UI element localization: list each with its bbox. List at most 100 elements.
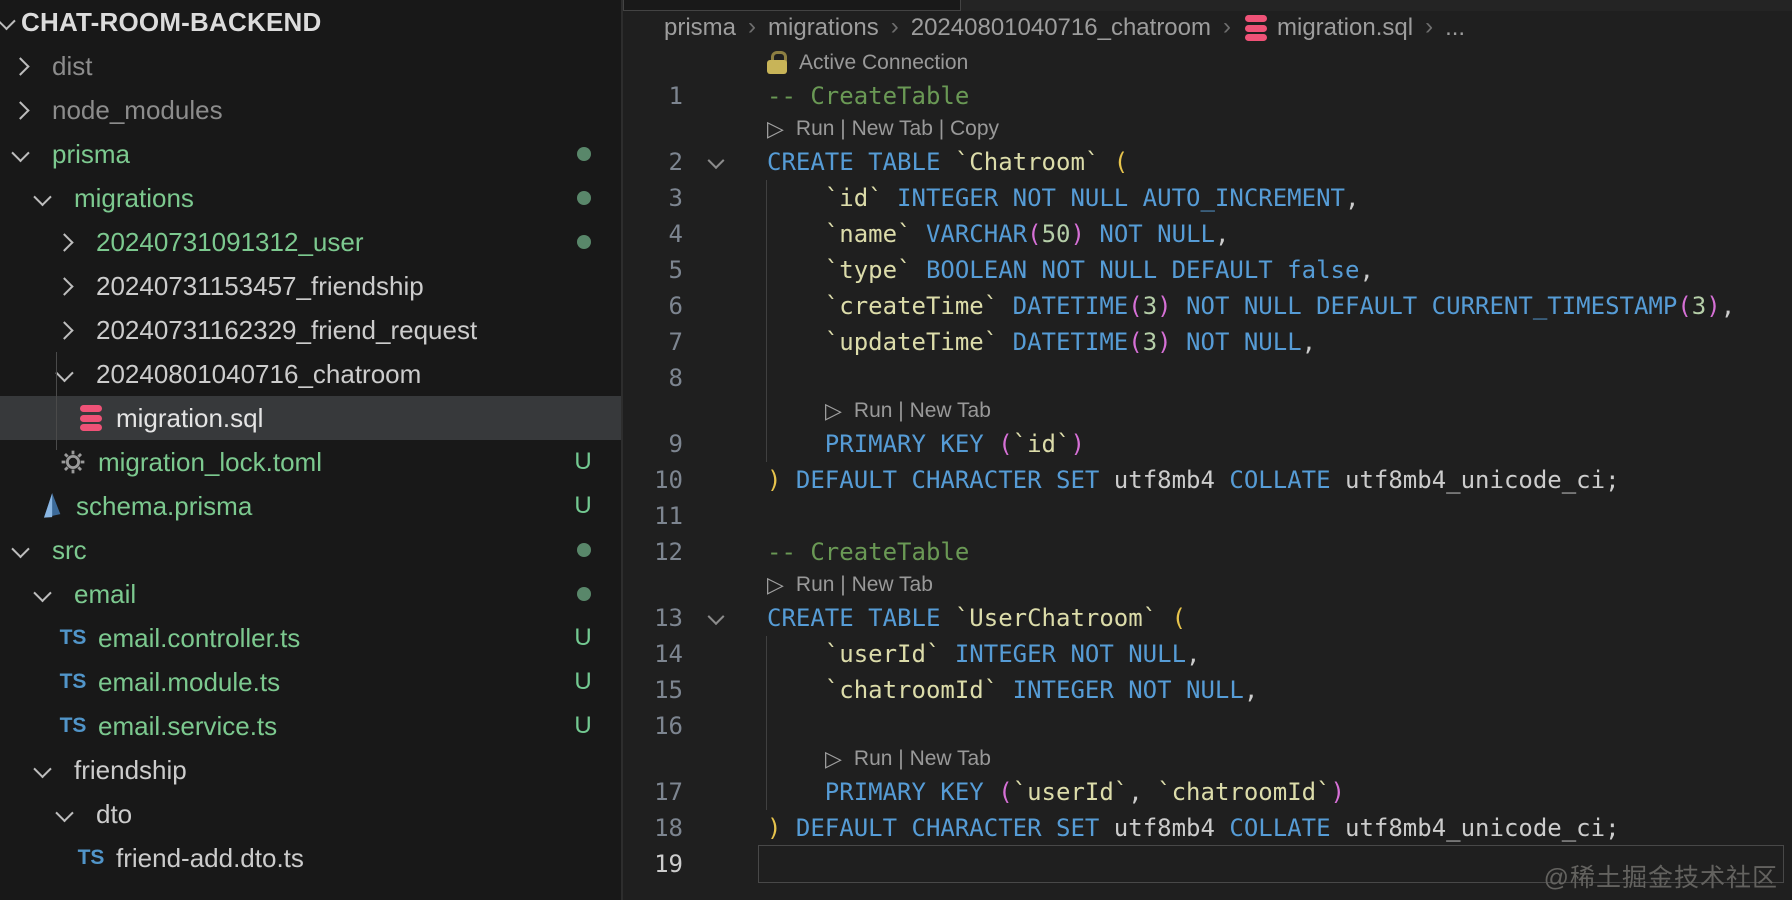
line-number: 10 xyxy=(654,466,683,494)
sidebar-folder-20240731153457_friendship[interactable]: 20240731153457_friendship xyxy=(0,264,621,308)
file-label: migrations xyxy=(74,182,194,213)
sidebar-folder-src[interactable]: src xyxy=(0,528,621,572)
sidebar-file-migration.sql[interactable]: migration.sql xyxy=(0,396,621,440)
sidebar-folder-email[interactable]: email xyxy=(0,572,621,616)
sidebar-folder-20240801040716_chatroom[interactable]: 20240801040716_chatroom xyxy=(0,352,621,396)
sidebar-file-email.module.ts[interactable]: TS email.module.ts U xyxy=(0,660,621,704)
chevron-down-icon[interactable] xyxy=(33,583,52,602)
code-line-1[interactable]: 1 -- CreateTable xyxy=(623,78,1792,114)
sidebar-folder-node_modules[interactable]: node_modules xyxy=(0,88,621,132)
untracked-badge: U xyxy=(574,668,592,695)
codelens-content[interactable]: ▷ Run | New Tab xyxy=(758,396,1784,426)
code-line-17[interactable]: 17 PRIMARY KEY (`userId`, `chatroomId`) xyxy=(623,774,1792,810)
codelens-content[interactable]: ▷ Run | New Tab xyxy=(758,744,1784,774)
token-tx xyxy=(984,430,998,458)
code-line-5[interactable]: 5 `type` BOOLEAN NOT NULL DEFAULT false, xyxy=(623,252,1792,288)
run-play-icon[interactable]: ▷ xyxy=(767,573,784,598)
codelens-label[interactable]: Active Connection xyxy=(799,51,968,75)
code-line-content: CREATE TABLE `UserChatroom` ( xyxy=(758,600,1784,636)
code-line-6[interactable]: 6 `createTime` DATETIME(3) NOT NULL DEFA… xyxy=(623,288,1792,324)
sidebar-file-schema.prisma[interactable]: schema.prisma U xyxy=(0,484,621,528)
code-line-11[interactable]: 11 xyxy=(623,498,1792,534)
codelens-row[interactable]: ▷ Run | New Tab xyxy=(623,396,1792,426)
breadcrumb-item[interactable]: ... xyxy=(1445,14,1465,42)
codelens-content[interactable]: ▷ Run | New Tab | Copy xyxy=(758,114,1784,144)
run-play-icon[interactable]: ▷ xyxy=(767,117,784,142)
chevron-right-icon[interactable] xyxy=(55,320,74,340)
codelens-label[interactable]: Run | New Tab xyxy=(854,399,991,423)
active-tab-stub[interactable] xyxy=(623,0,961,11)
token-kw: NOT NULL xyxy=(1186,328,1302,356)
code-line-4[interactable]: 4 `name` VARCHAR(50) NOT NULL, xyxy=(623,216,1792,252)
sidebar-folder-friendship[interactable]: friendship xyxy=(0,748,621,792)
code-line-16[interactable]: 16 xyxy=(623,708,1792,744)
token-ws xyxy=(767,778,825,806)
breadcrumb-item[interactable]: prisma xyxy=(664,14,736,42)
run-play-icon[interactable]: ▷ xyxy=(825,747,842,772)
chevron-right-icon[interactable] xyxy=(55,232,74,252)
code-line-8[interactable]: 8 xyxy=(623,360,1792,396)
codelens-content[interactable]: Active Connection xyxy=(758,48,1784,78)
chevron-down-icon[interactable] xyxy=(33,759,52,778)
chevron-down-icon[interactable] xyxy=(11,539,30,558)
breadcrumb-item[interactable]: migration.sql xyxy=(1243,14,1413,42)
file-label: email.controller.ts xyxy=(98,622,301,653)
line-number: 1 xyxy=(668,82,683,110)
code-line-13[interactable]: 13 CREATE TABLE `UserChatroom` ( xyxy=(623,600,1792,636)
token-p2: ) xyxy=(1070,430,1085,458)
code-line-18[interactable]: 18) DEFAULT CHARACTER SET utf8mb4 COLLAT… xyxy=(623,810,1792,846)
token-tx xyxy=(1172,292,1186,320)
code-line-9[interactable]: 9 PRIMARY KEY (`id`) xyxy=(623,426,1792,462)
codelens-label[interactable]: Run | New Tab xyxy=(854,747,991,771)
sidebar-folder-dto[interactable]: dto xyxy=(0,792,621,836)
code-area[interactable]: Active Connection 1 -- CreateTable ▷ Run | N… xyxy=(623,48,1792,883)
chevron-down-icon[interactable] xyxy=(11,143,30,162)
code-line-10[interactable]: 10) DEFAULT CHARACTER SET utf8mb4 COLLAT… xyxy=(623,462,1792,498)
token-kw: CREATE TABLE xyxy=(767,148,941,176)
code-line-12[interactable]: 12 -- CreateTable xyxy=(623,534,1792,570)
file-label: email.service.ts xyxy=(98,710,278,741)
sidebar-folder-20240731162329_friend_request[interactable]: 20240731162329_friend_request xyxy=(0,308,621,352)
line-number: 6 xyxy=(668,292,683,320)
chevron-right-icon[interactable] xyxy=(11,100,30,120)
breadcrumb-item[interactable]: 20240801040716_chatroom xyxy=(911,14,1211,42)
chevron-right-icon[interactable] xyxy=(55,276,74,296)
run-play-icon[interactable]: ▷ xyxy=(825,399,842,424)
sidebar-file-friend-add.dto.ts[interactable]: TS friend-add.dto.ts xyxy=(0,836,621,880)
chevron-down-icon[interactable] xyxy=(33,187,52,206)
chevron-right-icon[interactable] xyxy=(11,56,30,76)
token-p2: ) xyxy=(1157,328,1172,356)
sidebar-file-migration_lock.toml[interactable]: migration_lock.toml U xyxy=(0,440,621,484)
chevron-down-icon[interactable] xyxy=(55,803,74,822)
sidebar-folder-20240731091312_user[interactable]: 20240731091312_user xyxy=(0,220,621,264)
codelens-label[interactable]: Run | New Tab | Copy xyxy=(796,117,999,141)
breadcrumb-label: prisma xyxy=(664,14,737,41)
token-p2: ) xyxy=(1706,292,1721,320)
untracked-badge: U xyxy=(574,712,592,739)
sidebar-folder-prisma[interactable]: prisma xyxy=(0,132,621,176)
database-icon xyxy=(1243,14,1269,42)
explorer-root-header[interactable]: CHAT-ROOM-BACKEND xyxy=(0,0,621,44)
sidebar-file-email.controller.ts[interactable]: TS email.controller.ts U xyxy=(0,616,621,660)
fold-chevron-icon[interactable] xyxy=(707,152,725,170)
sidebar-file-email.service.ts[interactable]: TS email.service.ts U xyxy=(0,704,621,748)
codelens-row[interactable]: ▷ Run | New Tab xyxy=(623,744,1792,774)
code-line-14[interactable]: 14 `userId` INTEGER NOT NULL, xyxy=(623,636,1792,672)
untracked-badge: U xyxy=(574,492,592,519)
code-line-7[interactable]: 7 `updateTime` DATETIME(3) NOT NULL, xyxy=(623,324,1792,360)
codelens-row[interactable]: ▷ Run | New Tab | Copy xyxy=(623,114,1792,144)
codelens-content[interactable]: ▷ Run | New Tab xyxy=(758,570,1784,600)
code-line-2[interactable]: 2 CREATE TABLE `Chatroom` ( xyxy=(623,144,1792,180)
code-line-15[interactable]: 15 `chatroomId` INTEGER NOT NULL, xyxy=(623,672,1792,708)
sidebar-folder-migrations[interactable]: migrations xyxy=(0,176,621,220)
tree-indent-guide xyxy=(56,352,57,450)
fold-chevron-icon[interactable] xyxy=(707,608,725,626)
sidebar-folder-dist[interactable]: dist xyxy=(0,44,621,88)
breadcrumb-item[interactable]: migrations xyxy=(768,14,879,42)
codelens-row[interactable]: ▷ Run | New Tab xyxy=(623,570,1792,600)
codelens-row[interactable]: Active Connection xyxy=(623,48,1792,78)
codelens-label[interactable]: Run | New Tab xyxy=(796,573,933,597)
chevron-down-icon[interactable] xyxy=(55,363,74,382)
explorer-sidebar: CHAT-ROOM-BACKEND dist node_modules prisma… xyxy=(0,0,623,900)
code-line-3[interactable]: 3 `id` INTEGER NOT NULL AUTO_INCREMENT, xyxy=(623,180,1792,216)
